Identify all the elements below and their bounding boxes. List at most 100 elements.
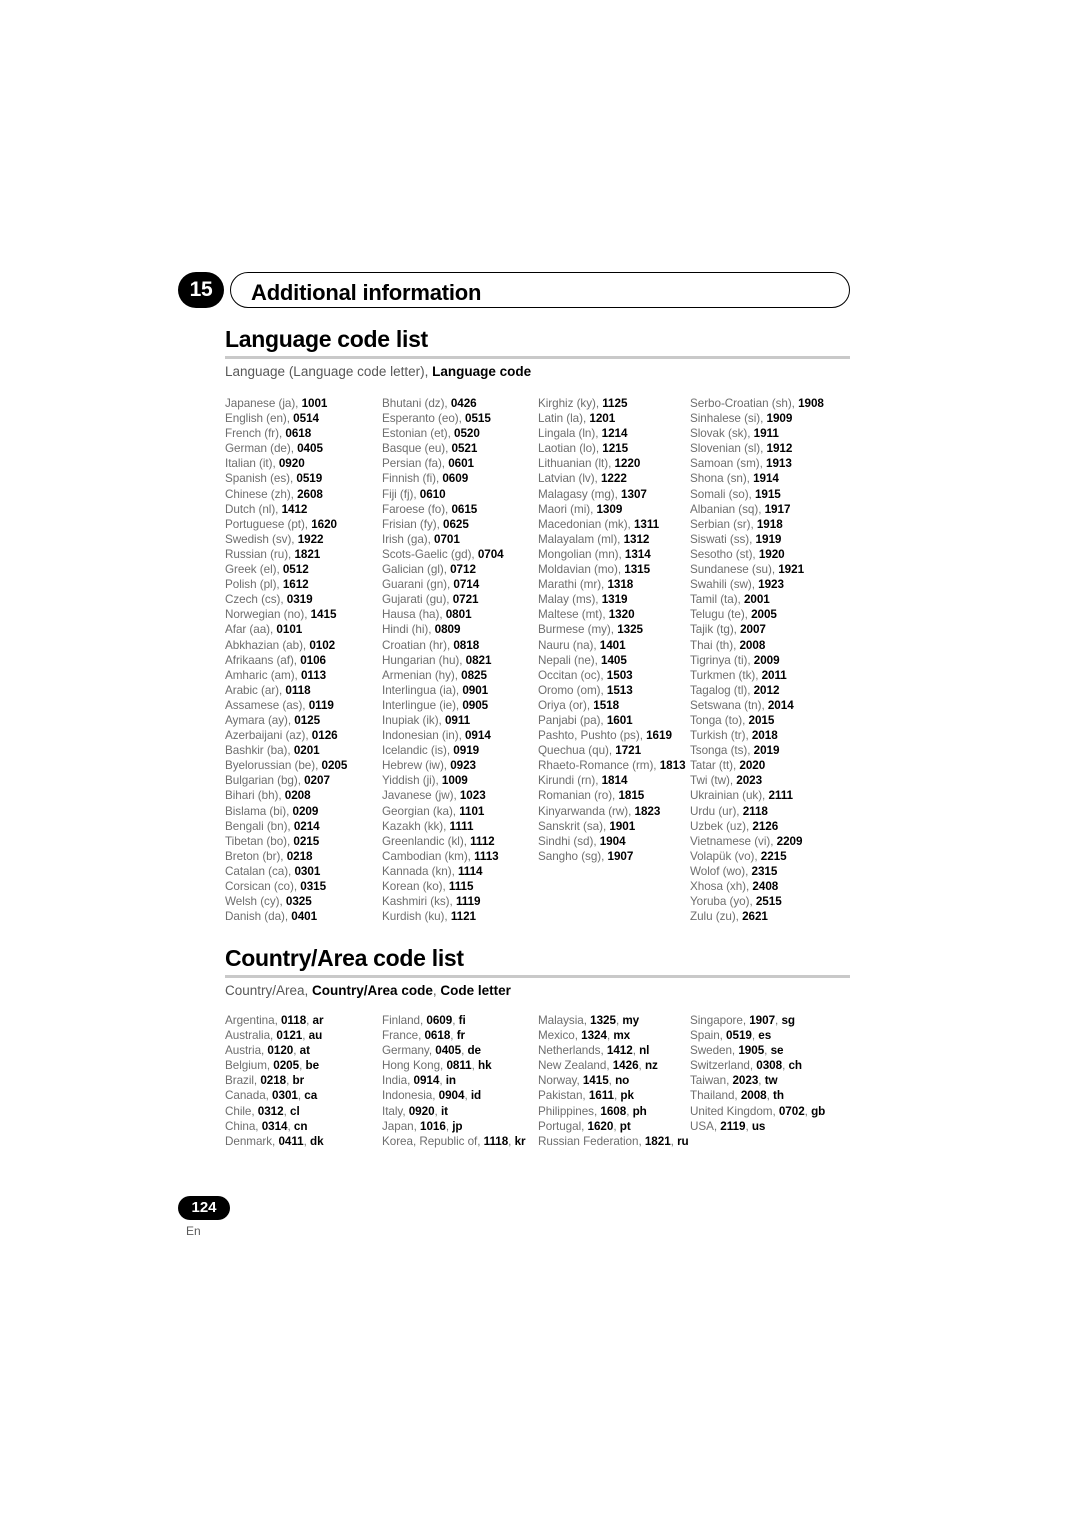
code-entry-name: France, [382, 1029, 425, 1043]
code-entry: Austria, 0120, at [225, 1043, 382, 1058]
code-entry-code: 1923 [758, 578, 784, 592]
code-entry-code: 2023 [736, 774, 763, 788]
code-entry-code: 0914 [464, 729, 491, 743]
code-entry-name: Volapük (vo), [690, 849, 761, 863]
code-entry-name: Bislama (bi), [225, 804, 293, 818]
code-entry-code: 2005 [751, 608, 777, 622]
code-entry-name: India, [382, 1074, 414, 1088]
code-entry-code: 2608 [297, 487, 323, 501]
code-entry: Hungarian (hu), 0821 [382, 653, 538, 668]
code-entry-name: Corsican (co), [225, 880, 301, 893]
code-entry-letter: ar [312, 1014, 324, 1027]
code-entry-letter: ru [677, 1134, 689, 1148]
code-entry-code: 1315 [624, 563, 651, 577]
code-entry-code: 1919 [755, 532, 782, 546]
code-entry-code: 2019 [753, 744, 780, 758]
code-entry: Corsican (co), 0315 [225, 879, 382, 894]
code-entry-code: 1307 [621, 487, 647, 501]
code-entry: Icelandic (is), 0919 [382, 743, 538, 758]
code-entry-code: 0120 [267, 1044, 294, 1058]
code-entry-name: Pakistan, [538, 1089, 589, 1103]
code-entry: Turkish (tr), 2018 [690, 728, 865, 743]
code-entry-name: Albanian (sq), [690, 502, 765, 516]
code-entry-name: United Kingdom, [690, 1104, 779, 1118]
code-entry-name: Indonesia, [382, 1089, 439, 1103]
code-entry-code: 0712 [450, 563, 476, 577]
code-entry-code: 0920 [278, 457, 305, 471]
code-entry-code: 0314 [261, 1119, 288, 1133]
code-entry-name: Tagalog (tl), [690, 683, 754, 697]
country-code-grid: Argentina, 0118, ar Australia, 0121, au Au… [225, 1013, 865, 1153]
code-entry-code: 0714 [453, 578, 480, 592]
code-entry: Estonian (et), 0520 [382, 426, 538, 441]
code-entry: Byelorussian (be), 0205 [225, 758, 382, 773]
code-entry-name: Twi (tw), [690, 774, 737, 788]
code-entry-letter: ch [788, 1059, 803, 1073]
code-entry-code: 2209 [776, 834, 803, 848]
code-entry-letter: kr [514, 1134, 526, 1148]
language-legend-plain: Language (Language code letter), [225, 364, 433, 379]
code-entry-name: Turkish (tr), [690, 729, 752, 743]
code-entry: Indonesia, 0904, id [382, 1088, 538, 1103]
code-column: Japanese (ja), 1001 English (en), 0514 Fre… [225, 396, 382, 924]
code-entry-letter: pt [619, 1119, 631, 1133]
code-entry: Breton (br), 0218 [225, 849, 382, 864]
code-entry: Hebrew (iw), 0923 [382, 758, 538, 773]
code-entry-code: 2119 [720, 1119, 746, 1133]
code-entry-code: 1426 [612, 1059, 639, 1073]
code-entry: German (de), 0405 [225, 441, 382, 456]
code-entry-name: Korea, Republic of, [382, 1134, 484, 1148]
code-entry-letter: my [622, 1014, 640, 1027]
code-entry-code: 1318 [607, 578, 634, 592]
code-entry: Finnish (fi), 0609 [382, 471, 538, 486]
code-entry-name: Kirghiz (ky), [538, 397, 603, 410]
code-entry-code: 1823 [634, 804, 661, 818]
code-entry-letter: pk [620, 1089, 634, 1103]
code-entry-name: Greenlandic (kl), [382, 834, 471, 848]
code-entry: Sanskrit (sa), 1901 [538, 819, 698, 834]
code-entry-code: 1023 [459, 789, 486, 803]
code-entry-code: 0609 [426, 1014, 453, 1027]
code-entry: Italy, 0920, it [382, 1104, 538, 1119]
code-entry-name: Croatian (hr), [382, 638, 454, 652]
code-entry-name: Hausa (ha), [382, 608, 446, 622]
code-entry-code: 0821 [465, 653, 492, 667]
code-entry-code: 0919 [453, 744, 480, 758]
code-entry-name: Moldavian (mo), [538, 563, 625, 577]
code-entry-code: 0118 [280, 1014, 307, 1027]
code-entry-name: Tsonga (ts), [690, 744, 754, 758]
code-entry-name: Amharic (am), [225, 668, 301, 682]
code-entry: Portuguese (pt), 1620 [225, 517, 382, 532]
code-entry: Yiddish (ji), 1009 [382, 773, 538, 788]
code-entry-name: Breton (br), [225, 849, 287, 863]
code-entry-name: Sinhalese (si), [690, 412, 767, 426]
code-entry-name: Hong Kong, [382, 1059, 447, 1073]
code-entry: Sweden, 1905, se [690, 1043, 865, 1058]
code-entry-name: Estonian (et), [382, 427, 455, 441]
code-entry-code: 1113 [474, 849, 499, 863]
code-entry-code: 1009 [441, 774, 468, 788]
code-entry: Kinyarwanda (rw), 1823 [538, 804, 698, 819]
code-entry-code: 0209 [292, 804, 319, 818]
code-entry-code: 0904 [438, 1089, 465, 1103]
code-entry-name: Rhaeto-Romance (rm), [538, 759, 660, 773]
code-entry-code: 1215 [602, 442, 629, 456]
code-entry-code: 1620 [587, 1119, 614, 1133]
code-entry-letter: fi [458, 1014, 466, 1027]
code-entry-code: 0207 [304, 774, 330, 788]
code-entry-letter: tw [764, 1074, 778, 1088]
code-entry: Arabic (ar), 0118 [225, 683, 382, 698]
code-entry: Bengali (bn), 0214 [225, 819, 382, 834]
code-entry-name: Occitan (oc), [538, 668, 607, 682]
code-entry-code: 0121 [276, 1029, 303, 1043]
code-column: Singapore, 1907, sg Spain, 0519, es Sweden… [690, 1013, 865, 1134]
code-entry-name: Finnish (fi), [382, 472, 443, 486]
code-entry-name: Telugu (te), [690, 608, 752, 622]
code-entry: Somali (so), 1915 [690, 487, 865, 502]
code-entry-code: 0205 [273, 1059, 300, 1073]
code-entry-code: 1904 [599, 834, 626, 848]
code-entry-letter: cn [293, 1119, 308, 1133]
code-entry: Persian (fa), 0601 [382, 456, 538, 471]
code-entry-code: 1503 [606, 668, 633, 682]
country-legend-plain-1: Country/Area, [225, 983, 313, 998]
